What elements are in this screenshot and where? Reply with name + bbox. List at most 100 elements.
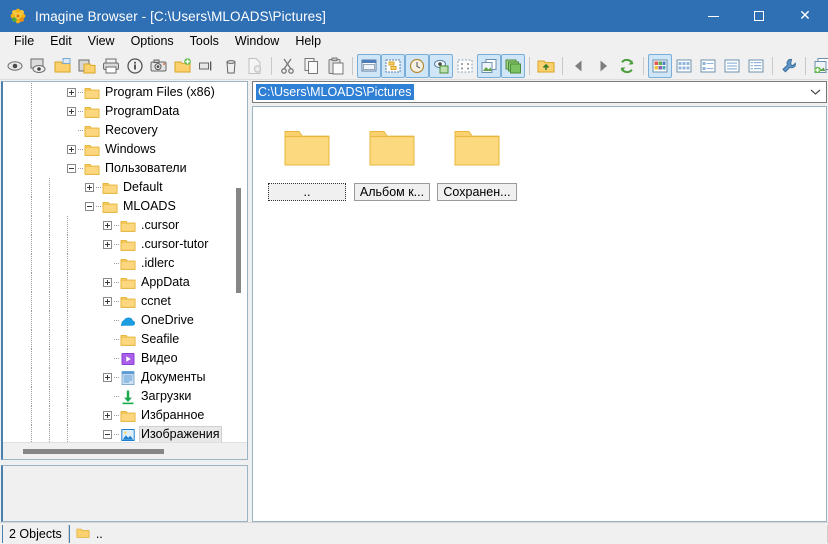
expand-plus-icon[interactable]	[103, 373, 112, 382]
preview-pane-icon[interactable]	[429, 53, 453, 78]
tree-item--cursor[interactable]: .cursor	[3, 216, 247, 235]
menu-window[interactable]: Window	[227, 32, 287, 51]
expand-plus-icon[interactable]	[103, 240, 112, 249]
tree-item-избранное[interactable]: Избранное	[3, 406, 247, 425]
tree-item-program-files-x86-[interactable]: Program Files (x86)	[3, 83, 247, 102]
view-icons-icon[interactable]	[696, 54, 720, 78]
file-item[interactable]: ..	[265, 117, 349, 201]
close-button[interactable]: ✕	[782, 0, 828, 32]
tree-item-документы[interactable]: Документы	[3, 368, 247, 387]
tree-item-recovery[interactable]: Recovery	[3, 121, 247, 140]
tree-horizontal-thumb[interactable]	[23, 449, 164, 454]
tree-horizontal-scrollbar[interactable]	[3, 442, 247, 459]
view-details-icon[interactable]	[744, 54, 768, 78]
refresh-icon[interactable]	[615, 54, 639, 78]
tree-item-mloads[interactable]: MLOADS	[3, 197, 247, 216]
tree-scroll-area[interactable]: Program Files (x86) ProgramData Recovery Wi…	[3, 82, 247, 442]
chevron-down-icon[interactable]	[804, 82, 826, 102]
file-thumbnail[interactable]	[358, 117, 426, 179]
file-thumbnail[interactable]	[273, 117, 341, 179]
collapse-minus-icon[interactable]	[85, 202, 94, 211]
capture-camera-icon[interactable]	[147, 54, 171, 78]
view-tiles-icon[interactable]	[672, 54, 696, 78]
up-folder-icon[interactable]	[534, 54, 558, 78]
slideshow-icon[interactable]	[27, 54, 51, 78]
forward-arrow-icon[interactable]	[591, 54, 615, 78]
minimize-button[interactable]	[690, 0, 736, 32]
tree-vertical-scrollbar[interactable]	[230, 83, 246, 424]
expand-plus-icon[interactable]	[103, 411, 112, 420]
save-copy-icon[interactable]	[75, 54, 99, 78]
tree-item--idlerc[interactable]: .idlerc	[3, 254, 247, 273]
file-thumbnail[interactable]	[443, 117, 511, 179]
tree-guide-line	[31, 178, 32, 197]
tree-item-programdata[interactable]: ProgramData	[3, 102, 247, 121]
tree-item-ccnet[interactable]: ccnet	[3, 292, 247, 311]
cut-icon[interactable]	[276, 54, 300, 78]
expand-plus-icon[interactable]	[67, 107, 76, 116]
tree-guide-line	[67, 311, 68, 330]
delete-icon[interactable]	[219, 54, 243, 78]
collapse-minus-icon[interactable]	[103, 430, 112, 439]
batch-add-icon[interactable]	[810, 54, 828, 78]
expand-plus-icon[interactable]	[103, 297, 112, 306]
expand-plus-icon[interactable]	[67, 88, 76, 97]
minimize-icon	[707, 15, 719, 17]
tree-item--cursor-tutor[interactable]: .cursor-tutor	[3, 235, 247, 254]
tree-panel-icon[interactable]	[381, 53, 405, 78]
expand-plus-icon[interactable]	[103, 278, 112, 287]
tree-guide-line	[31, 140, 32, 159]
back-arrow-icon[interactable]	[567, 54, 591, 78]
menu-view[interactable]: View	[80, 32, 123, 51]
paste-icon[interactable]	[324, 54, 348, 78]
eye-view-icon[interactable]	[3, 54, 27, 78]
collapse-minus-icon[interactable]	[67, 164, 76, 173]
window-panel-icon[interactable]	[357, 53, 381, 78]
folder-icon	[84, 142, 100, 158]
menu-help[interactable]: Help	[287, 32, 329, 51]
tree-item-default[interactable]: Default	[3, 178, 247, 197]
folder-icon	[369, 129, 415, 167]
file-item[interactable]: Сохранен...	[435, 117, 519, 201]
tree-guide-line	[67, 273, 68, 292]
address-input[interactable]: C:\Users\MLOADS\Pictures	[256, 84, 414, 100]
tree-guide-line	[67, 330, 68, 349]
expand-plus-icon[interactable]	[103, 221, 112, 230]
menu-edit[interactable]: Edit	[42, 32, 80, 51]
tree-item-изображения[interactable]: Изображения	[3, 425, 247, 442]
properties-icon[interactable]	[243, 54, 267, 78]
wrench-tools-icon[interactable]	[777, 54, 801, 78]
rename-icon[interactable]	[195, 54, 219, 78]
tree-guide-line	[49, 273, 50, 292]
expand-plus-icon[interactable]	[85, 183, 94, 192]
file-item[interactable]: Альбом к...	[350, 117, 434, 201]
multi-image-icon[interactable]	[501, 53, 525, 78]
copy-icon[interactable]	[300, 54, 324, 78]
preview-panel	[1, 465, 248, 522]
status-bar: 2 Objects ..	[0, 522, 828, 544]
tree-item-загрузки[interactable]: Загрузки	[3, 387, 247, 406]
open-folder-icon[interactable]	[51, 54, 75, 78]
menu-file[interactable]: File	[6, 32, 42, 51]
tree-item-appdata[interactable]: AppData	[3, 273, 247, 292]
view-list-icon[interactable]	[720, 54, 744, 78]
tree-vertical-thumb[interactable]	[236, 188, 241, 293]
file-list-panel[interactable]: .. Альбом к... Сохранен...	[252, 106, 827, 522]
history-clock-icon[interactable]	[405, 53, 429, 78]
tree-item-windows[interactable]: Windows	[3, 140, 247, 159]
menu-options[interactable]: Options	[123, 32, 182, 51]
tree-item-видео[interactable]: Видео	[3, 349, 247, 368]
expand-plus-icon[interactable]	[67, 145, 76, 154]
info-icon[interactable]	[123, 54, 147, 78]
image-stack-icon[interactable]	[477, 53, 501, 78]
view-thumbnails-icon[interactable]	[648, 53, 672, 78]
maximize-button[interactable]	[736, 0, 782, 32]
tree-item-пользователи[interactable]: Пользователи	[3, 159, 247, 178]
address-bar[interactable]: C:\Users\MLOADS\Pictures	[252, 81, 827, 103]
tree-item-onedrive[interactable]: OneDrive	[3, 311, 247, 330]
thumbnail-grid-icon[interactable]	[453, 54, 477, 78]
menu-tools[interactable]: Tools	[182, 32, 227, 51]
tree-item-seafile[interactable]: Seafile	[3, 330, 247, 349]
new-folder-icon[interactable]	[171, 54, 195, 78]
print-icon[interactable]	[99, 54, 123, 78]
